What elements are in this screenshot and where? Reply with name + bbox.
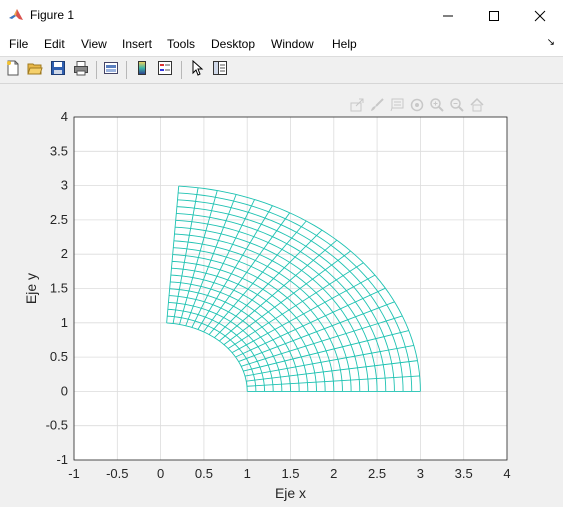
menu-view[interactable]: View [81,37,107,51]
pointer-button[interactable] [187,59,207,81]
save-button[interactable] [48,60,68,80]
rotate-icon [409,98,425,117]
toolbar-separator [96,61,97,79]
data-tips-button[interactable] [389,97,405,113]
print-icon [73,60,89,81]
maximize-button[interactable] [471,0,517,31]
minimize-icon [442,10,454,22]
minimize-button[interactable] [425,0,471,31]
window-title: Figure 1 [30,8,75,22]
title-bar: Figure 1 [0,0,563,31]
rotate-button[interactable] [409,97,425,113]
open-file-icon [27,60,43,81]
toolbar-separator [181,61,182,79]
new-figure-button[interactable] [3,60,23,80]
legend-button[interactable] [155,60,175,80]
print-button[interactable] [71,60,91,80]
zoom-in-button[interactable] [429,97,445,113]
matlab-icon [8,7,24,23]
menu-tools[interactable]: Tools [167,37,195,51]
menu-file[interactable]: File [9,37,28,51]
figure-canvas [0,84,563,507]
link-plot-button[interactable] [101,60,121,80]
maximize-icon [488,10,500,22]
property-inspector-button[interactable] [210,60,230,80]
close-icon [534,10,546,22]
toolbar-separator [126,61,127,79]
menu-insert[interactable]: Insert [122,37,152,51]
menu-desktop[interactable]: Desktop [211,37,255,51]
menu-edit[interactable]: Edit [44,37,65,51]
home-icon [469,97,485,117]
export-icon [349,98,365,117]
save-icon [50,60,66,81]
dock-arrow-icon[interactable]: ↘ [547,37,555,48]
brush-button[interactable] [369,97,385,113]
colorbar-button[interactable] [132,60,152,80]
menu-bar: File Edit View Insert Tools Desktop Wind… [0,31,563,57]
zoom-in-icon [429,98,445,117]
close-button[interactable] [517,0,563,31]
brush-icon [369,98,385,117]
export-button[interactable] [349,97,365,113]
figure-toolbar [0,57,563,84]
menu-help[interactable]: Help [332,37,357,51]
new-figure-icon [5,60,21,81]
legend-icon [157,60,173,81]
menu-window[interactable]: Window [271,37,314,51]
open-file-button[interactable] [25,60,45,80]
home-button[interactable] [469,97,485,113]
zoom-out-icon [449,98,465,117]
data-tips-icon [389,98,405,117]
link-plot-icon [103,60,119,81]
colorbar-icon [134,60,150,81]
property-inspector-icon [212,60,228,81]
zoom-out-button[interactable] [449,97,465,113]
pointer-icon [189,59,205,81]
